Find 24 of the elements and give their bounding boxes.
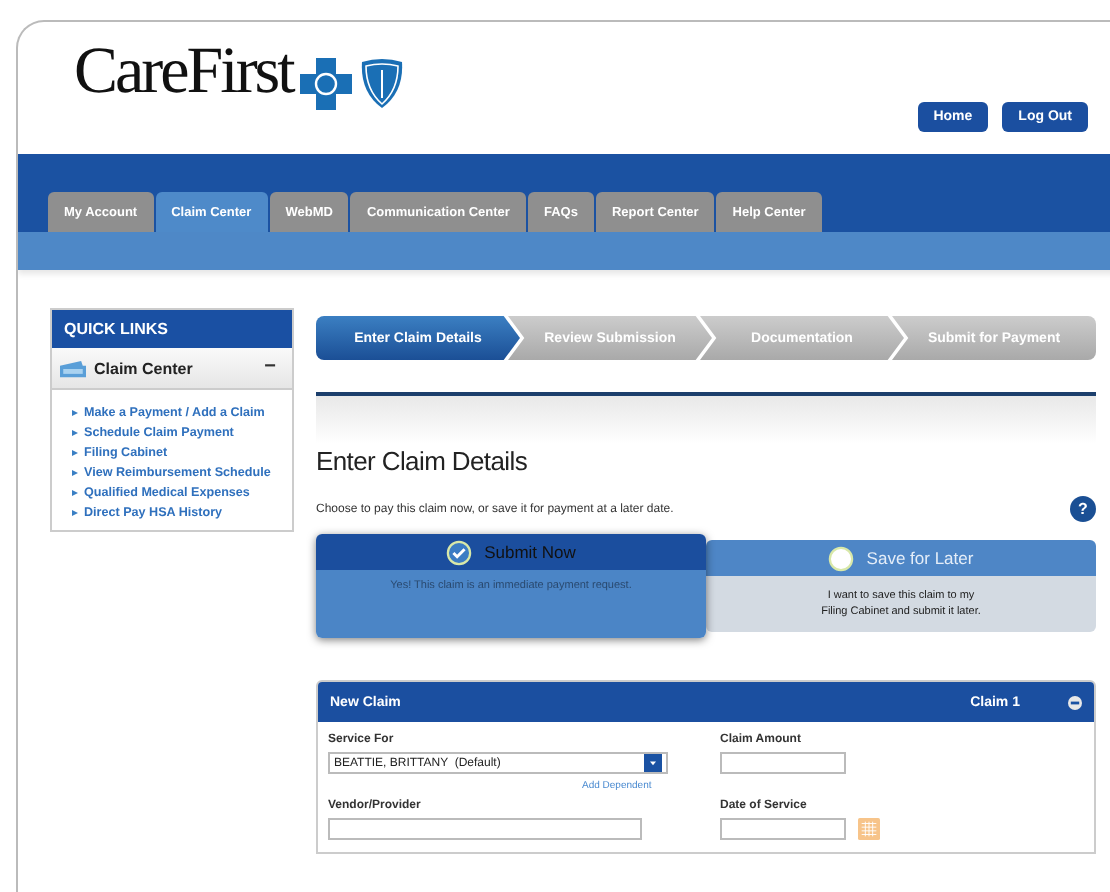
- collapse-icon[interactable]: [1068, 695, 1082, 709]
- text-field[interactable]: [720, 752, 846, 774]
- bullet-icon: [72, 509, 78, 515]
- bullet-icon: [72, 449, 78, 455]
- calendar-icon[interactable]: [858, 818, 880, 840]
- check-circle-icon: [446, 539, 473, 565]
- bullet-icon: [72, 489, 78, 495]
- bullet-icon: [72, 429, 78, 435]
- help-button[interactable]: ?: [1070, 496, 1096, 522]
- text-field[interactable]: [328, 818, 642, 840]
- cross-logo-icon: [300, 58, 353, 110]
- logo-wordmark: CareFirst: [74, 38, 293, 106]
- wallet-icon: [60, 359, 86, 377]
- option-title: Submit Now: [484, 542, 576, 562]
- empty-circle-icon: [828, 545, 855, 571]
- bullet-icon: [72, 409, 78, 415]
- section-label: Claim Center: [94, 359, 195, 377]
- option-title: Save for Later: [866, 548, 974, 568]
- collapse-button[interactable]: −: [256, 358, 284, 378]
- bullet-icon: [72, 469, 78, 475]
- panel-title: QUICK LINKS: [52, 310, 292, 348]
- date-field[interactable]: [720, 818, 846, 840]
- page-title: Enter Claim Details: [316, 446, 528, 476]
- shield-logo-icon: [360, 58, 405, 110]
